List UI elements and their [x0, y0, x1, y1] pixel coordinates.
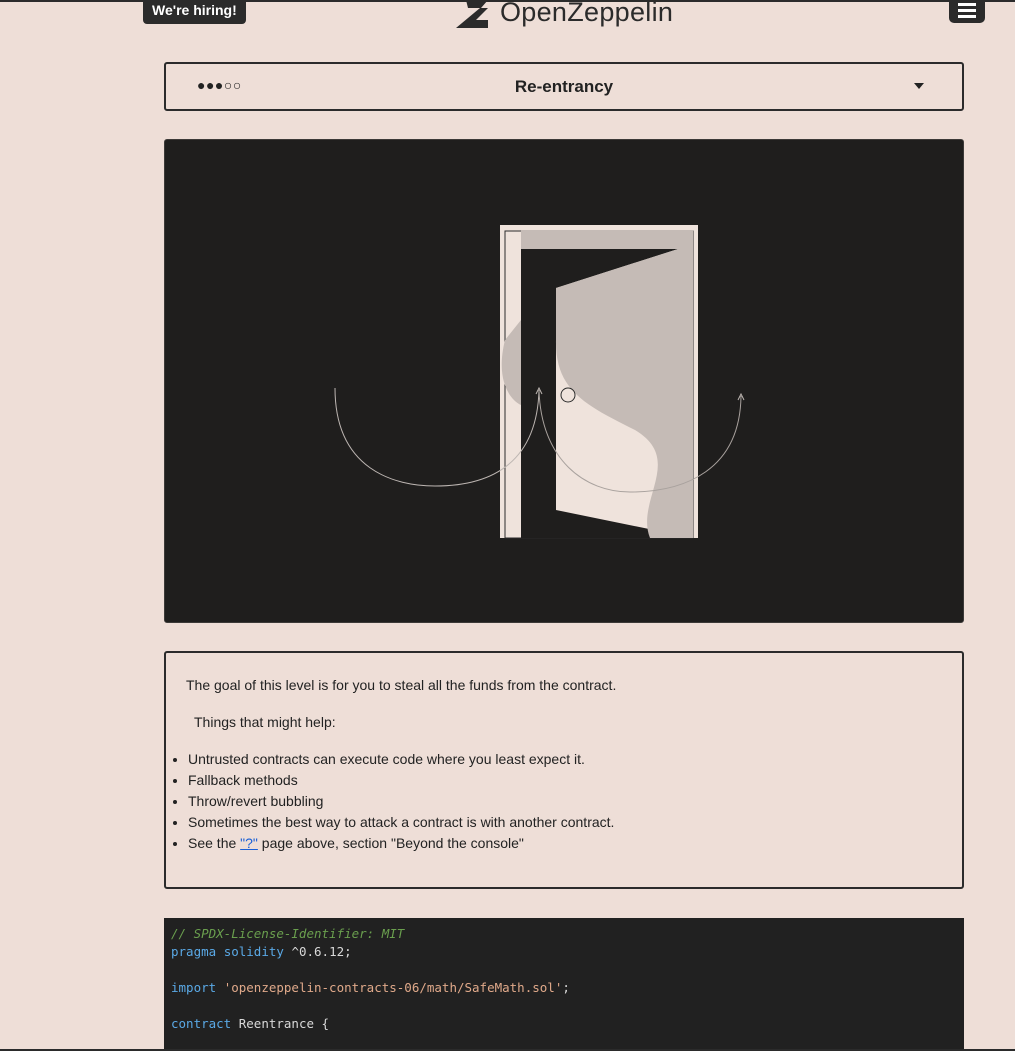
tip-prefix: See the	[188, 835, 241, 851]
code-keyword: solidity	[223, 944, 284, 959]
tip-item: Untrusted contracts can execute code whe…	[188, 749, 614, 770]
level-title: Re-entrancy	[514, 77, 614, 96]
code-string: 'openzeppelin-contracts-06/math/SafeMath…	[223, 980, 563, 995]
door-illustration	[334, 225, 745, 539]
code-line: contract Reentrance {	[171, 1015, 964, 1033]
level-description: The goal of this level is for you to ste…	[164, 651, 964, 889]
help-page-link[interactable]: "?"	[240, 835, 258, 851]
code-keyword: contract	[171, 1016, 232, 1031]
level-selector[interactable]: ●●●○○ Re-entrancy	[164, 62, 964, 111]
code-text: ^0.6.12;	[291, 944, 352, 959]
code-line: // SPDX-License-Identifier: MIT	[171, 925, 964, 943]
code-comment: // SPDX-License-Identifier: MIT	[171, 926, 405, 941]
brand-name: OpenZeppelin	[500, 0, 674, 27]
tip-item: See the "?" page above, section "Beyond …	[188, 833, 614, 854]
chevron-down-icon	[914, 83, 924, 89]
code-keyword: import	[171, 980, 217, 995]
hamburger-menu-icon	[958, 2, 976, 18]
tip-item: Throw/revert bubbling	[188, 791, 614, 812]
brand-logo[interactable]: OpenZeppelin	[456, 0, 673, 30]
openzeppelin-logo-icon	[456, 0, 488, 28]
code-text: Reentrance {	[238, 1016, 330, 1031]
level-illustration	[164, 139, 964, 623]
tip-suffix: page above, section "Beyond the console"	[257, 835, 524, 851]
code-text: ;	[562, 980, 570, 995]
hiring-badge[interactable]: We're hiring!	[143, 0, 246, 24]
code-line: import 'openzeppelin-contracts-06/math/S…	[171, 979, 964, 997]
code-keyword: pragma	[171, 944, 217, 959]
help-heading: Things that might help:	[194, 714, 336, 730]
code-line: pragma solidity ^0.6.12;	[171, 943, 964, 961]
tip-item: Fallback methods	[188, 770, 614, 791]
tips-list: Untrusted contracts can execute code whe…	[166, 749, 614, 854]
tip-item: Sometimes the best way to attack a contr…	[188, 812, 614, 833]
goal-text: The goal of this level is for you to ste…	[186, 677, 617, 693]
contract-source-code: // SPDX-License-Identifier: MIT pragma so…	[164, 918, 964, 1049]
menu-button[interactable]	[949, 0, 985, 23]
